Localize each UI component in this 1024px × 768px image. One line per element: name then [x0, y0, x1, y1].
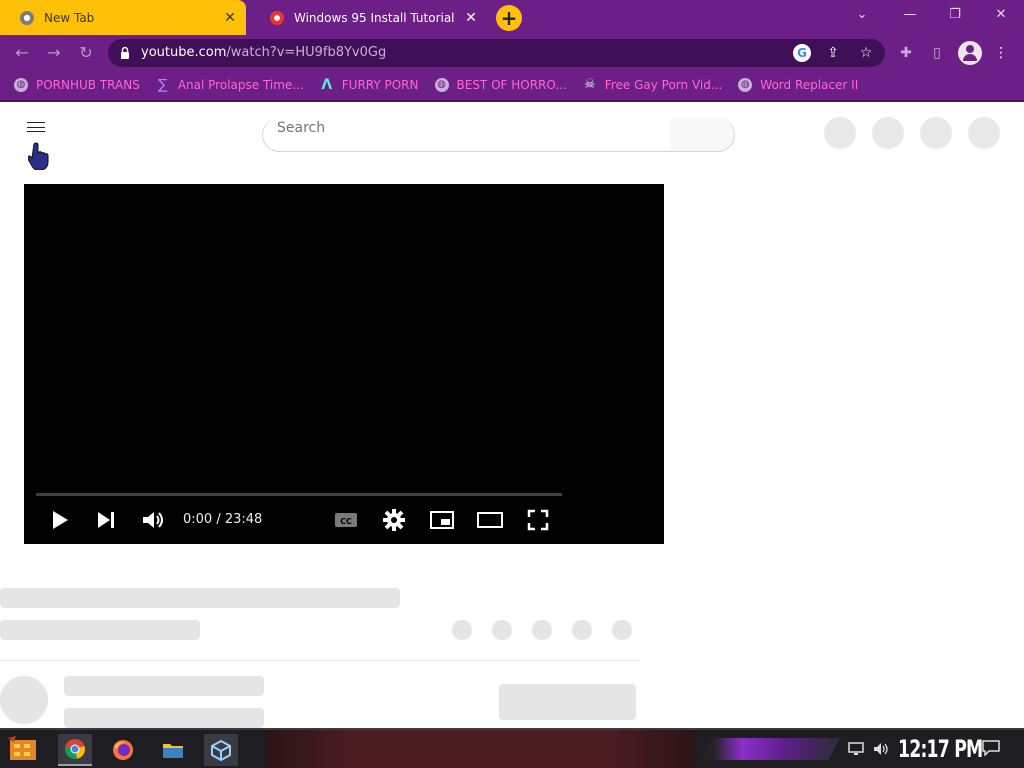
lock-icon	[121, 46, 129, 59]
close-tab-icon[interactable]: ✕	[459, 10, 483, 26]
next-icon[interactable]	[92, 506, 120, 534]
bookmark-item[interactable]: ◍ PORNHUB TRANS	[14, 78, 140, 92]
extensions-icon[interactable]: ✚	[895, 42, 917, 64]
sigma-icon: ∑	[158, 77, 168, 93]
theater-mode-icon[interactable]	[476, 506, 504, 534]
header-icon-placeholder[interactable]	[920, 117, 952, 149]
action-skeleton	[612, 620, 632, 640]
lambda-icon: Λ	[321, 77, 333, 93]
divider	[0, 660, 640, 661]
taskbar-decoration	[265, 730, 695, 768]
forward-button[interactable]: →	[42, 41, 66, 65]
channel-skeleton	[0, 620, 200, 640]
address-bar[interactable]: youtube.com/watch?v=HU9fb8Yv0Gg G ⇪ ☆	[108, 39, 885, 67]
miniplayer-icon[interactable]	[428, 506, 456, 534]
chrome-favicon-icon	[20, 10, 34, 25]
bookmark-label: Free Gay Porn Vid...	[604, 78, 723, 92]
youtube-page: 0:00 / 23:48 CC	[0, 104, 1024, 728]
url-text[interactable]: youtube.com/watch?v=HU9fb8Yv0Gg	[141, 45, 386, 60]
chrome-icon[interactable]	[58, 734, 92, 766]
hand-cursor-icon	[28, 142, 49, 170]
notification-center-icon[interactable]	[982, 740, 1000, 756]
tab-new-tab[interactable]: New Tab ✕	[0, 0, 246, 35]
svg-text:CC: CC	[340, 517, 352, 526]
network-icon[interactable]	[848, 742, 864, 756]
bookmark-label: BEST OF HORRO...	[456, 78, 567, 92]
start-button-icon[interactable]	[6, 734, 40, 766]
files-icon[interactable]	[156, 734, 190, 766]
bookmark-label: FURRY PORN	[341, 78, 419, 92]
skull-icon: ☠	[583, 77, 596, 92]
subscribers-skeleton	[64, 708, 264, 728]
bookmark-label: PORNHUB TRANS	[36, 78, 140, 92]
header-icon-placeholder[interactable]	[824, 117, 856, 149]
url-path: /watch?v=HU9fb8Yv0Gg	[226, 45, 387, 60]
settings-gear-icon[interactable]	[380, 506, 408, 534]
volume-icon[interactable]	[139, 506, 167, 534]
close-tab-icon[interactable]: ✕	[218, 10, 242, 26]
youtube-favicon-icon	[270, 10, 284, 25]
tab-strip: New Tab ✕ Windows 95 Install Tutorial - …	[0, 0, 1024, 35]
title-skeleton	[0, 588, 400, 608]
close-window-button[interactable]: ✕	[987, 4, 1015, 26]
subscribe-skeleton	[499, 684, 636, 720]
new-tab-button[interactable]: +	[496, 5, 522, 31]
tab-title: New Tab	[44, 10, 95, 25]
bookmark-item[interactable]: Λ FURRY PORN	[320, 77, 419, 93]
bookmark-item[interactable]: ◍ Word Replacer II	[738, 78, 858, 92]
owner-skeleton	[64, 676, 264, 696]
action-skeleton	[452, 620, 472, 640]
bookmark-item[interactable]: ☠ Free Gay Porn Vid...	[583, 77, 723, 93]
search-bar	[262, 118, 671, 152]
bookmark-star-icon[interactable]: ☆	[857, 44, 875, 62]
firefox-icon[interactable]	[106, 734, 140, 766]
fullscreen-icon[interactable]	[524, 506, 552, 534]
taskbar: 12:17 PM	[0, 728, 1024, 768]
bookmark-label: Word Replacer II	[760, 78, 859, 92]
taskbar-clock[interactable]: 12:17 PM	[898, 735, 983, 763]
captions-icon[interactable]: CC	[332, 506, 360, 534]
taskbar-accent-bar	[700, 738, 840, 760]
action-skeleton	[492, 620, 512, 640]
side-panel-icon[interactable]: ▯	[926, 42, 948, 64]
share-icon[interactable]: ⇪	[824, 44, 842, 62]
virtualbox-icon[interactable]	[204, 734, 238, 766]
minimize-button[interactable]: —	[896, 4, 924, 26]
reload-button[interactable]: ↻	[74, 41, 98, 65]
action-skeleton	[572, 620, 592, 640]
menu-kebab-icon[interactable]: ⋮	[990, 42, 1012, 64]
tab-search-icon[interactable]: ⌄	[848, 4, 876, 26]
globe-icon: ◍	[434, 78, 449, 92]
bookmark-item[interactable]: ∑ Anal Prolapse Time...	[156, 78, 304, 92]
time-display: 0:00 / 23:48	[183, 512, 263, 527]
bookmarks-bar: ◍ PORNHUB TRANS ∑ Anal Prolapse Time... …	[0, 70, 1024, 102]
profile-avatar-icon[interactable]	[958, 41, 982, 65]
bookmark-item[interactable]: ◍ BEST OF HORRO...	[434, 78, 567, 92]
browser-toolbar: ← → ↻ youtube.com/watch?v=HU9fb8Yv0Gg G …	[0, 35, 1024, 70]
restore-button[interactable]: ❐	[941, 4, 969, 26]
tab-title: Windows 95 Install Tutorial - Y	[294, 10, 459, 25]
action-skeleton	[532, 620, 552, 640]
search-input[interactable]	[277, 118, 657, 138]
menu-hamburger-icon[interactable]	[27, 122, 45, 132]
bookmark-label: Anal Prolapse Time...	[177, 78, 304, 92]
volume-tray-icon[interactable]	[872, 741, 890, 757]
search-button[interactable]	[670, 118, 735, 152]
google-lens-icon[interactable]: G	[793, 44, 811, 62]
url-host: youtube.com	[141, 45, 227, 60]
back-button[interactable]: ←	[10, 41, 34, 65]
avatar-placeholder[interactable]	[968, 117, 1000, 149]
play-icon[interactable]	[46, 506, 74, 534]
globe-icon: ◍	[14, 78, 28, 92]
video-player[interactable]: 0:00 / 23:48 CC	[24, 184, 664, 544]
globe-icon: ◍	[738, 78, 753, 92]
progress-bar[interactable]	[36, 493, 562, 496]
avatar-skeleton	[0, 676, 48, 724]
header-icon-placeholder[interactable]	[872, 117, 904, 149]
tab-youtube[interactable]: Windows 95 Install Tutorial - Y ✕	[250, 0, 487, 35]
